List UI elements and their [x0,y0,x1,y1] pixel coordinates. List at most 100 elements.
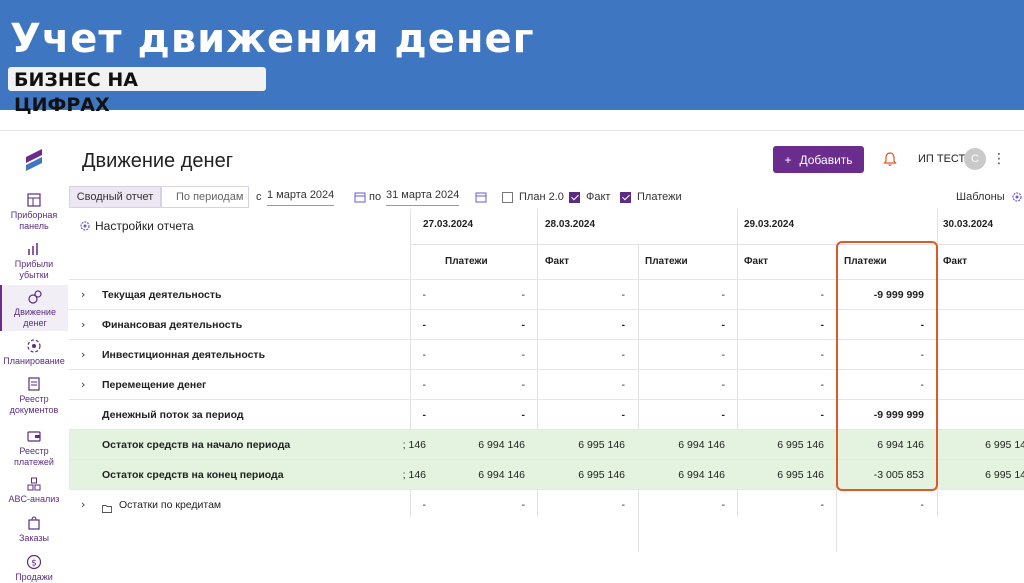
date-from-field[interactable]: 1 марта 2024 [267,186,366,208]
table-cell: - [721,409,726,421]
sidebar-item-label: Движение денег [14,307,56,328]
plan-checkbox[interactable]: План 2.0 [502,186,564,208]
fact-checkbox[interactable]: Факт [569,186,610,208]
slide-title: Учет движения денег [10,16,535,62]
table-cell: - [621,499,626,511]
user-name[interactable]: ИП ТЕСТ [918,153,965,165]
sidebar-item-label: Прибыли убытки [14,259,54,280]
table-cell: - [621,409,626,421]
wallet-icon [27,431,41,442]
target-icon [27,339,41,353]
table-cell: - [422,409,427,421]
gear-icon [1012,192,1022,202]
table-cell: - [422,319,427,331]
date-to-field[interactable]: 31 марта 2024 [386,186,487,208]
sidebar-item-payments[interactable]: Реестр платежей [0,428,68,468]
table-cell: 6 994 146 [478,439,525,451]
add-button-label: Добавить [799,152,853,167]
sidebar-item-planning[interactable]: Планирование [0,338,68,367]
tab-summary-label: Сводный отчет [76,191,154,203]
table-row[interactable]: › Остатки по кредитам - - - - - - [69,489,1024,519]
table-cell: - [721,499,726,511]
sidebar-item-label: Приборная панель [10,210,58,231]
tab-periods-label: По периодам [176,191,244,203]
fact-label: Факт [586,191,611,203]
tab-periods[interactable]: По периодам [161,186,249,208]
calendar-icon[interactable] [354,191,366,203]
calendar-icon[interactable] [475,191,487,203]
row-label: Перемещение денег [102,379,207,391]
dashboard-icon [27,193,41,207]
chevron-right-icon[interactable]: › [81,498,85,511]
payments-checkbox[interactable]: Платежи [620,186,682,208]
row-label: Финансовая деятельность [102,319,243,331]
sidebar-item-label: ABC-анализ [8,494,60,504]
table-cell: - [721,319,726,331]
table-cell: - [820,349,825,361]
documents-icon [28,377,40,391]
date-from-value: 1 марта 2024 [267,189,335,206]
bell-icon[interactable] [882,151,898,167]
column-header: Факт [744,256,768,267]
table-cell: 6 995 146 [578,469,625,481]
table-cell: - [422,289,427,301]
checkbox-checked-icon [620,191,631,203]
table-cell: - [422,379,427,391]
row-label: Текущая деятельность [102,289,222,301]
table-cell: - [621,379,626,391]
sidebar-item-dashboard[interactable]: Приборная панель [0,192,68,232]
add-button[interactable]: + Добавить [773,146,864,173]
sidebar-item-sales[interactable]: $ Продажи [0,554,68,583]
sidebar-item-label: Реестр документов [9,394,59,415]
sidebar-item-cashflow[interactable]: Движение денег [0,285,68,331]
sidebar-item-label: Реестр платежей [14,446,54,467]
table-cell: - [721,349,726,361]
date-header: 29.03.2024 [744,219,795,230]
chevron-right-icon[interactable]: › [81,378,85,391]
date-to-value: 31 марта 2024 [386,189,460,206]
table-cell: - [521,379,526,391]
chevron-right-icon[interactable]: › [81,318,85,331]
table-header-left: Настройки отчета [69,209,410,279]
more-options-icon[interactable]: ⋮ [992,151,1006,167]
templates-button[interactable]: Шаблоны [956,186,1023,208]
date-header: 30.03.2024 [943,219,994,230]
report-settings-label: Настройки отчета [95,219,194,233]
abc-icon [27,477,41,491]
table-cell: - [820,289,825,301]
money-icon [28,290,42,304]
table-cell: 6 995 14 [985,469,1024,481]
checkbox-checked-icon [569,191,580,203]
column-header: Платежи [445,256,488,267]
chevron-right-icon[interactable]: › [81,288,85,301]
table-cell: - [820,319,825,331]
chart-icon [28,243,38,255]
sidebar-item-label: Заказы [18,533,50,543]
slide-subtitle: БИЗНЕС НА ЦИФРАХ [14,69,138,116]
sidebar-item-orders[interactable]: Заказы [0,515,68,544]
date-to-label: по [369,191,382,203]
avatar[interactable]: С [964,148,986,170]
table-cell: 6 994 146 [478,469,525,481]
table-cell: - [920,499,925,511]
tab-summary[interactable]: Сводный отчет [69,186,161,208]
gear-icon [80,221,90,231]
row-label: Инвестиционная деятельность [102,349,266,361]
row-label: Денежный поток за период [102,409,244,421]
payments-label: Платежи [637,191,682,203]
slide-banner: Учет движения денег БИЗНЕС НА ЦИФРАХ [0,0,1024,116]
report-settings-button[interactable]: Настройки отчета [79,219,194,233]
row-label: Остаток средств на конец периода [102,469,284,481]
column-header: Факт [943,256,967,267]
sidebar-item-abc[interactable]: ABC-анализ [0,476,68,505]
table-cell: - [422,499,427,511]
app-logo-icon [26,149,42,171]
sidebar-item-profit-loss[interactable]: Прибыли убытки [0,241,68,281]
sidebar-item-documents[interactable]: Реестр документов [0,376,68,416]
chevron-right-icon[interactable]: › [81,348,85,361]
sidebar-item-label: Продажи [15,572,53,582]
plan-label: План 2.0 [519,191,564,203]
table-cell: 6 994 146 [678,469,725,481]
table-cell: 6 995 146 [777,469,824,481]
sidebar-item-label: Планирование [3,356,65,366]
